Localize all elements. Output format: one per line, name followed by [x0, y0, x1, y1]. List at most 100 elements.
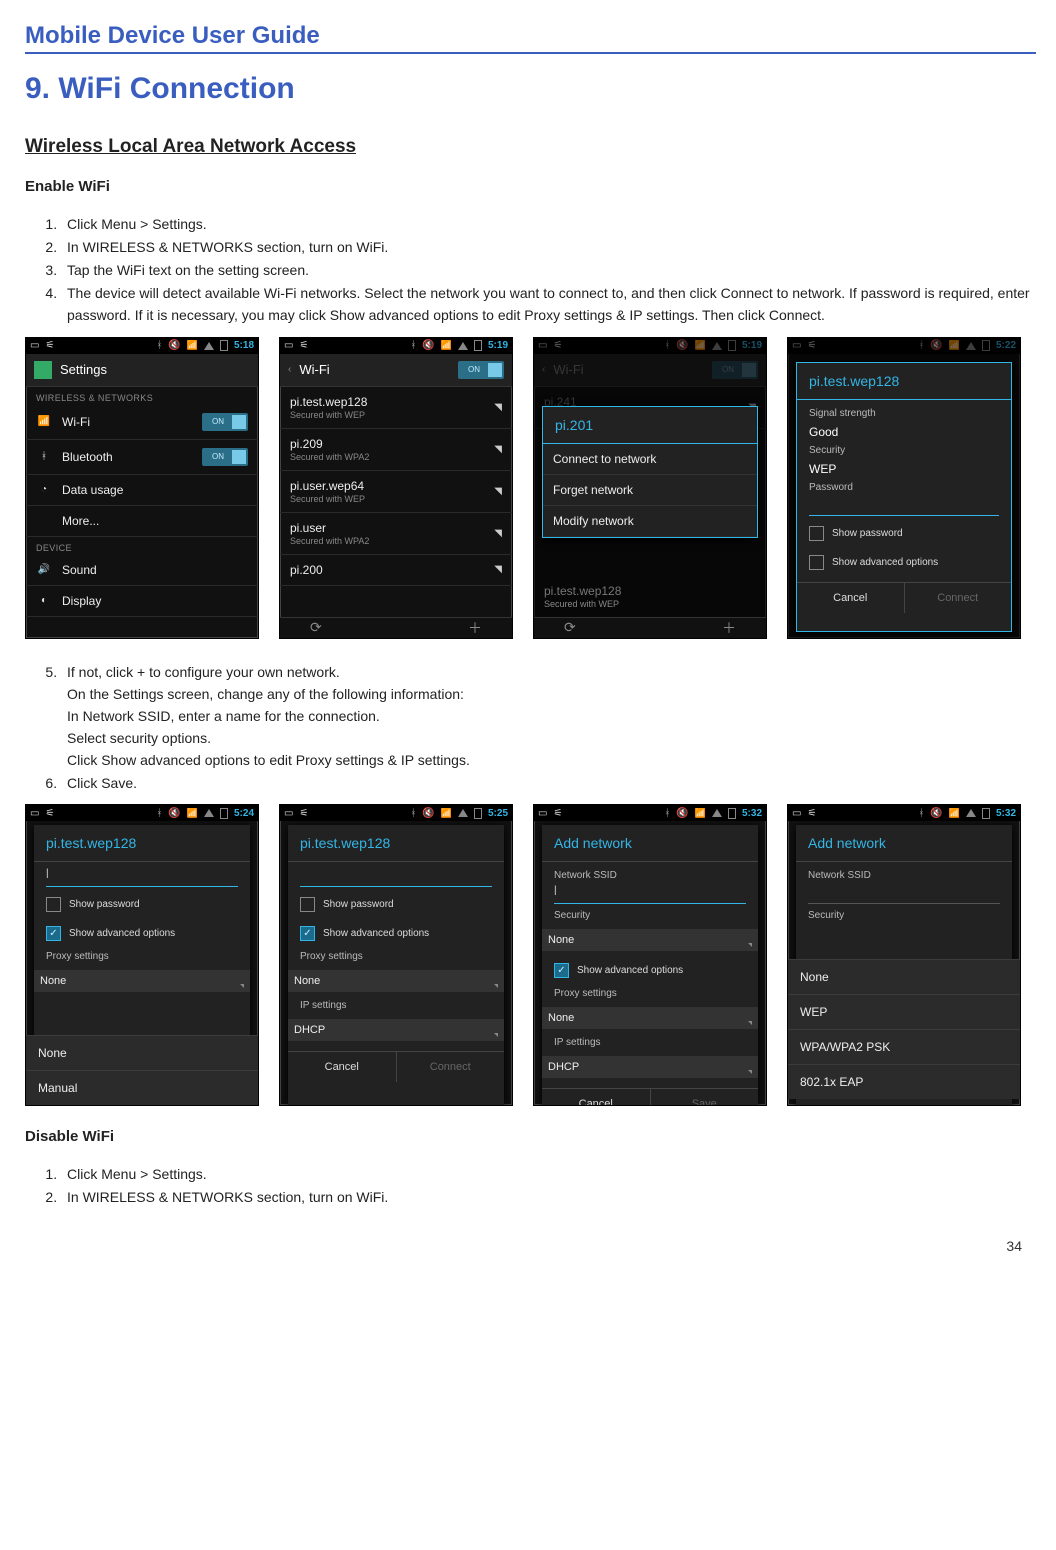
clock: 5:24	[234, 808, 254, 819]
ssid-input[interactable]: |	[554, 887, 746, 904]
bluetooth-toggle[interactable]: ON	[202, 448, 248, 466]
bluetooth-icon	[156, 808, 162, 819]
dialog-title: pi.test.wep128	[34, 825, 250, 862]
settings-row-bluetooth[interactable]: ᚼ Bluetooth ON	[26, 440, 258, 475]
settings-row-sound[interactable]: 🔊 Sound	[26, 555, 258, 586]
ssid-input[interactable]	[808, 887, 1000, 904]
action-bar: Settings	[26, 354, 258, 387]
checkbox-icon	[46, 926, 61, 941]
dialog-body: | Show password Show advanced options Pr…	[34, 862, 250, 1002]
notification-icon: ▭	[284, 808, 293, 819]
network-name: pi.test.wep128	[544, 584, 756, 598]
battery-icon	[220, 340, 228, 351]
dropdown-option-none[interactable]: None	[26, 1035, 258, 1070]
show-advanced-checkbox[interactable]: Show advanced options	[554, 959, 746, 982]
proxy-select[interactable]: None	[288, 970, 504, 992]
show-advanced-checkbox[interactable]: Show advanced options	[809, 551, 999, 574]
step-subtext: On the Settings screen, change any of th…	[67, 683, 1036, 705]
show-advanced-checkbox[interactable]: Show advanced options	[46, 922, 238, 945]
ip-select[interactable]: DHCP	[288, 1019, 504, 1041]
network-dialog: pi.201 Connect to network Forget network…	[542, 406, 758, 538]
menu-item-connect[interactable]: Connect to network	[543, 444, 757, 475]
security-option-8021x[interactable]: 802.1x EAP	[788, 1064, 1020, 1099]
dropdown-caret-icon	[748, 1070, 752, 1074]
proxy-select[interactable]: None	[542, 1007, 758, 1029]
silent-icon: 🔇	[676, 808, 688, 819]
silent-icon: 🔇	[168, 808, 180, 819]
settings-row-more[interactable]: More...	[26, 506, 258, 537]
settings-row-datausage[interactable]: ◔ Data usage	[26, 475, 258, 506]
dialog-body: Network SSID Security	[796, 862, 1012, 929]
ip-select[interactable]: DHCP	[542, 1056, 758, 1078]
wifi-toggle[interactable]: ON	[458, 361, 504, 379]
battery-icon	[220, 808, 228, 819]
screenshot-row-2: ▭ ⚟ 🔇 5:24 pi.test.wep128 | Show password …	[25, 804, 1036, 1106]
silent-icon: 🔇	[422, 340, 434, 351]
cancel-button[interactable]: Cancel	[797, 583, 905, 613]
security-value: WEP	[809, 462, 999, 476]
row-label: Data usage	[62, 483, 123, 497]
connect-button[interactable]: Connect	[397, 1052, 505, 1082]
security-option-none[interactable]: None	[788, 959, 1020, 994]
step-item: In WIRELESS & NETWORKS section, turn on …	[61, 1186, 1036, 1208]
connect-button[interactable]: Connect	[905, 583, 1012, 613]
signal-icon	[712, 809, 722, 817]
password-input[interactable]	[300, 870, 492, 887]
wifi-network[interactable]: pi.user.wep64Secured with WEP◥	[280, 471, 512, 513]
soft-bar: ⟳ ＋	[280, 617, 512, 638]
password-input[interactable]	[809, 499, 999, 516]
settings-row-wifi[interactable]: 📶 Wi-Fi ON	[26, 405, 258, 440]
save-button[interactable]: Save	[651, 1089, 759, 1106]
password-input[interactable]: |	[46, 870, 238, 887]
bluetooth-icon	[410, 340, 416, 351]
show-password-checkbox[interactable]: Show password	[300, 893, 492, 916]
cancel-button[interactable]: Cancel	[288, 1052, 397, 1082]
password-label: Password	[809, 482, 999, 493]
wifi-network[interactable]: pi.209Secured with WPA2◥	[280, 429, 512, 471]
cancel-button[interactable]: Cancel	[542, 1089, 651, 1106]
ip-label: IP settings	[554, 1037, 746, 1048]
row-label: Bluetooth	[62, 450, 113, 464]
battery-icon	[474, 808, 482, 819]
toggle-label: ON	[212, 417, 224, 426]
settings-icon	[34, 361, 52, 379]
wifi-network[interactable]: pi.userSecured with WPA2◥	[280, 513, 512, 555]
phone-wifi-list: ▭⚟ 🔇5:19 ‹ Wi-Fi ON pi.test.wep128Secure…	[279, 337, 513, 639]
step-subtext: Select security options.	[67, 727, 1036, 749]
show-password-checkbox[interactable]: Show password	[809, 522, 999, 545]
step-item: If not, click + to configure your own ne…	[61, 661, 1036, 772]
wifi-network[interactable]: pi.test.wep128Secured with WEP◥	[280, 387, 512, 429]
checkbox-icon	[46, 897, 61, 912]
bluetooth-icon	[664, 808, 670, 819]
select-value: None	[548, 1012, 574, 1024]
notification-icon: ⚟	[45, 340, 54, 351]
dialog-title: pi.test.wep128	[797, 363, 1011, 400]
wifi-toggle[interactable]: ON	[202, 413, 248, 431]
wifi-icon: 📶	[36, 416, 52, 427]
menu-label: Modify network	[553, 514, 634, 528]
settings-row-display[interactable]: ◐ Display	[26, 586, 258, 617]
refresh-icon[interactable]: ⟳	[310, 619, 322, 636]
show-password-checkbox[interactable]: Show password	[46, 893, 238, 916]
checkbox-label: Show password	[323, 899, 394, 910]
add-network-icon[interactable]: ＋	[468, 618, 482, 638]
security-option-wpa[interactable]: WPA/WPA2 PSK	[788, 1029, 1020, 1064]
step-item: Click Menu > Settings.	[61, 1163, 1036, 1185]
proxy-select[interactable]: None	[34, 970, 250, 992]
menu-item-modify[interactable]: Modify network	[543, 506, 757, 537]
enable-steps-2: If not, click + to configure your own ne…	[25, 661, 1036, 795]
wifi-icon	[187, 808, 198, 819]
notification-icon: ⚟	[553, 808, 562, 819]
wifi-network[interactable]: pi.200◥	[280, 555, 512, 586]
dialog-body: Network SSID | Security None Show advanc…	[542, 862, 758, 1088]
signal-icon	[458, 342, 468, 350]
dropdown-option-manual[interactable]: Manual	[26, 1070, 258, 1105]
back-icon[interactable]: ‹	[288, 364, 291, 375]
menu-item-forget[interactable]: Forget network	[543, 475, 757, 506]
dropdown-caret-icon	[494, 1033, 498, 1037]
security-option-wep[interactable]: WEP	[788, 994, 1020, 1029]
silent-icon: 🔇	[168, 340, 180, 351]
security-select[interactable]: None	[542, 929, 758, 951]
phone-add-network: ▭⚟ 🔇5:32 Add network Network SSID | Secu…	[533, 804, 767, 1106]
show-advanced-checkbox[interactable]: Show advanced options	[300, 922, 492, 945]
